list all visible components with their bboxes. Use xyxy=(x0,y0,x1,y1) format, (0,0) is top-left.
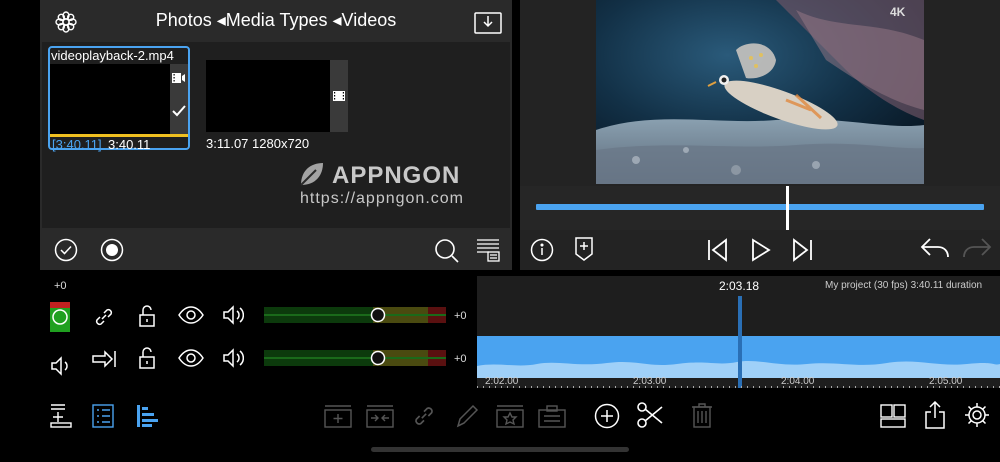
clip-item-2[interactable]: 3:11.07 1280x720 xyxy=(206,60,352,170)
watermark-brand: APPNGON xyxy=(332,162,461,189)
clip-side-strip xyxy=(330,60,348,132)
add-circle-icon[interactable] xyxy=(594,403,620,429)
clip-side-strip xyxy=(170,64,188,134)
search-icon[interactable] xyxy=(434,238,460,264)
playhead-time: 2:03.18 xyxy=(719,279,760,293)
watermark-url: https://appngon.com xyxy=(300,190,464,207)
skip-back-icon[interactable] xyxy=(706,238,728,262)
speaker-icon[interactable] xyxy=(222,304,244,326)
track-2-eye-icon[interactable] xyxy=(178,349,204,367)
tick-label: 2:04.00 xyxy=(781,376,815,387)
undo-icon[interactable] xyxy=(920,236,950,262)
layout-icon[interactable] xyxy=(880,404,906,428)
tick-label: 2:02.00 xyxy=(485,376,519,387)
checkmark-icon xyxy=(172,104,186,118)
settings-gear-icon[interactable] xyxy=(964,402,990,428)
scrub-bar[interactable] xyxy=(536,204,984,210)
import-icon[interactable] xyxy=(474,10,502,34)
video-preview[interactable]: 4K xyxy=(596,0,924,184)
film-audio-icon xyxy=(172,72,186,84)
timeline-playhead[interactable] xyxy=(738,296,742,388)
breadcrumb[interactable]: Photos ◂Media Types ◂Videos xyxy=(40,10,512,31)
tick-label: 2:05.00 xyxy=(929,376,963,387)
clip-info: 3:11.07 1280x720 xyxy=(206,136,310,151)
clip-in-time: [3:40.11] xyxy=(52,137,102,152)
level-knob-icon[interactable] xyxy=(51,308,69,326)
record-icon[interactable] xyxy=(100,238,124,262)
timeline[interactable]: 2:03.18 My project (30 fps) 3:40.11 dura… xyxy=(477,276,1000,388)
track-1-level xyxy=(50,302,70,332)
track-1-gain: +0 xyxy=(454,310,467,322)
home-indicator xyxy=(371,447,629,452)
add-marker-icon[interactable] xyxy=(574,236,594,262)
track-bars-icon[interactable] xyxy=(136,404,160,428)
clip-name: videoplayback-2.mp4 xyxy=(51,48,174,63)
quality-badge: 4K xyxy=(890,5,906,19)
split-clip-icon[interactable] xyxy=(366,404,394,428)
eye-icon[interactable] xyxy=(178,306,204,324)
project-info: My project (30 fps) 3:40.11 duration xyxy=(825,280,983,291)
list-options-icon[interactable] xyxy=(476,238,500,262)
play-icon[interactable] xyxy=(750,238,772,262)
scrub-playhead[interactable] xyxy=(786,186,789,230)
film-icon xyxy=(333,90,345,102)
volume-knob-icon[interactable] xyxy=(370,350,386,366)
track-2-volume-slider[interactable] xyxy=(264,350,446,366)
track-2-gain: +0 xyxy=(454,353,467,365)
volume-knob-icon[interactable] xyxy=(370,307,386,323)
media-browser: Photos ◂Media Types ◂Videos videoplaybac… xyxy=(40,0,512,270)
clip-item-1[interactable]: videoplayback-2.mp4 [3:40.11] 3:40.11 xyxy=(48,46,190,152)
tick-label: 2:03.00 xyxy=(633,376,667,387)
master-gain-label: +0 xyxy=(54,280,67,292)
share-icon[interactable] xyxy=(924,401,946,429)
link-disabled-icon[interactable] xyxy=(412,404,436,428)
add-track-icon[interactable] xyxy=(50,404,72,428)
pencil-icon[interactable] xyxy=(455,403,479,429)
track-2-speaker-icon[interactable] xyxy=(50,355,72,377)
timeline-ruler xyxy=(477,386,1000,388)
link-icon[interactable] xyxy=(93,306,115,328)
arrow-to-end-icon[interactable] xyxy=(92,350,116,368)
video-frame: 4K xyxy=(596,0,924,184)
info-icon[interactable] xyxy=(530,238,554,262)
clip-thumbnail xyxy=(206,60,330,132)
track-2-unlock-icon[interactable] xyxy=(137,346,157,370)
favorite-clip-icon[interactable] xyxy=(496,404,524,428)
clip-thumbnail xyxy=(50,64,170,134)
select-check-icon[interactable] xyxy=(54,238,78,262)
track-2-volume-icon[interactable] xyxy=(222,347,244,369)
insert-clip-icon[interactable] xyxy=(324,404,352,428)
unlock-icon[interactable] xyxy=(137,304,157,328)
track-1-volume-slider[interactable] xyxy=(264,307,446,323)
watermark-logo xyxy=(300,163,323,186)
skip-forward-icon[interactable] xyxy=(792,238,814,262)
browser-header: Photos ◂Media Types ◂Videos xyxy=(40,0,512,42)
scissors-icon[interactable] xyxy=(637,402,663,428)
watermark: APPNGON https://appngon.com xyxy=(296,160,463,207)
scrub-area xyxy=(520,186,1000,230)
redo-icon[interactable] xyxy=(962,236,992,262)
clipboard-icon[interactable] xyxy=(538,404,566,428)
trash-icon[interactable] xyxy=(691,402,713,428)
clip-duration: 3:40.11 xyxy=(108,137,151,152)
track-list-icon[interactable] xyxy=(92,404,114,428)
